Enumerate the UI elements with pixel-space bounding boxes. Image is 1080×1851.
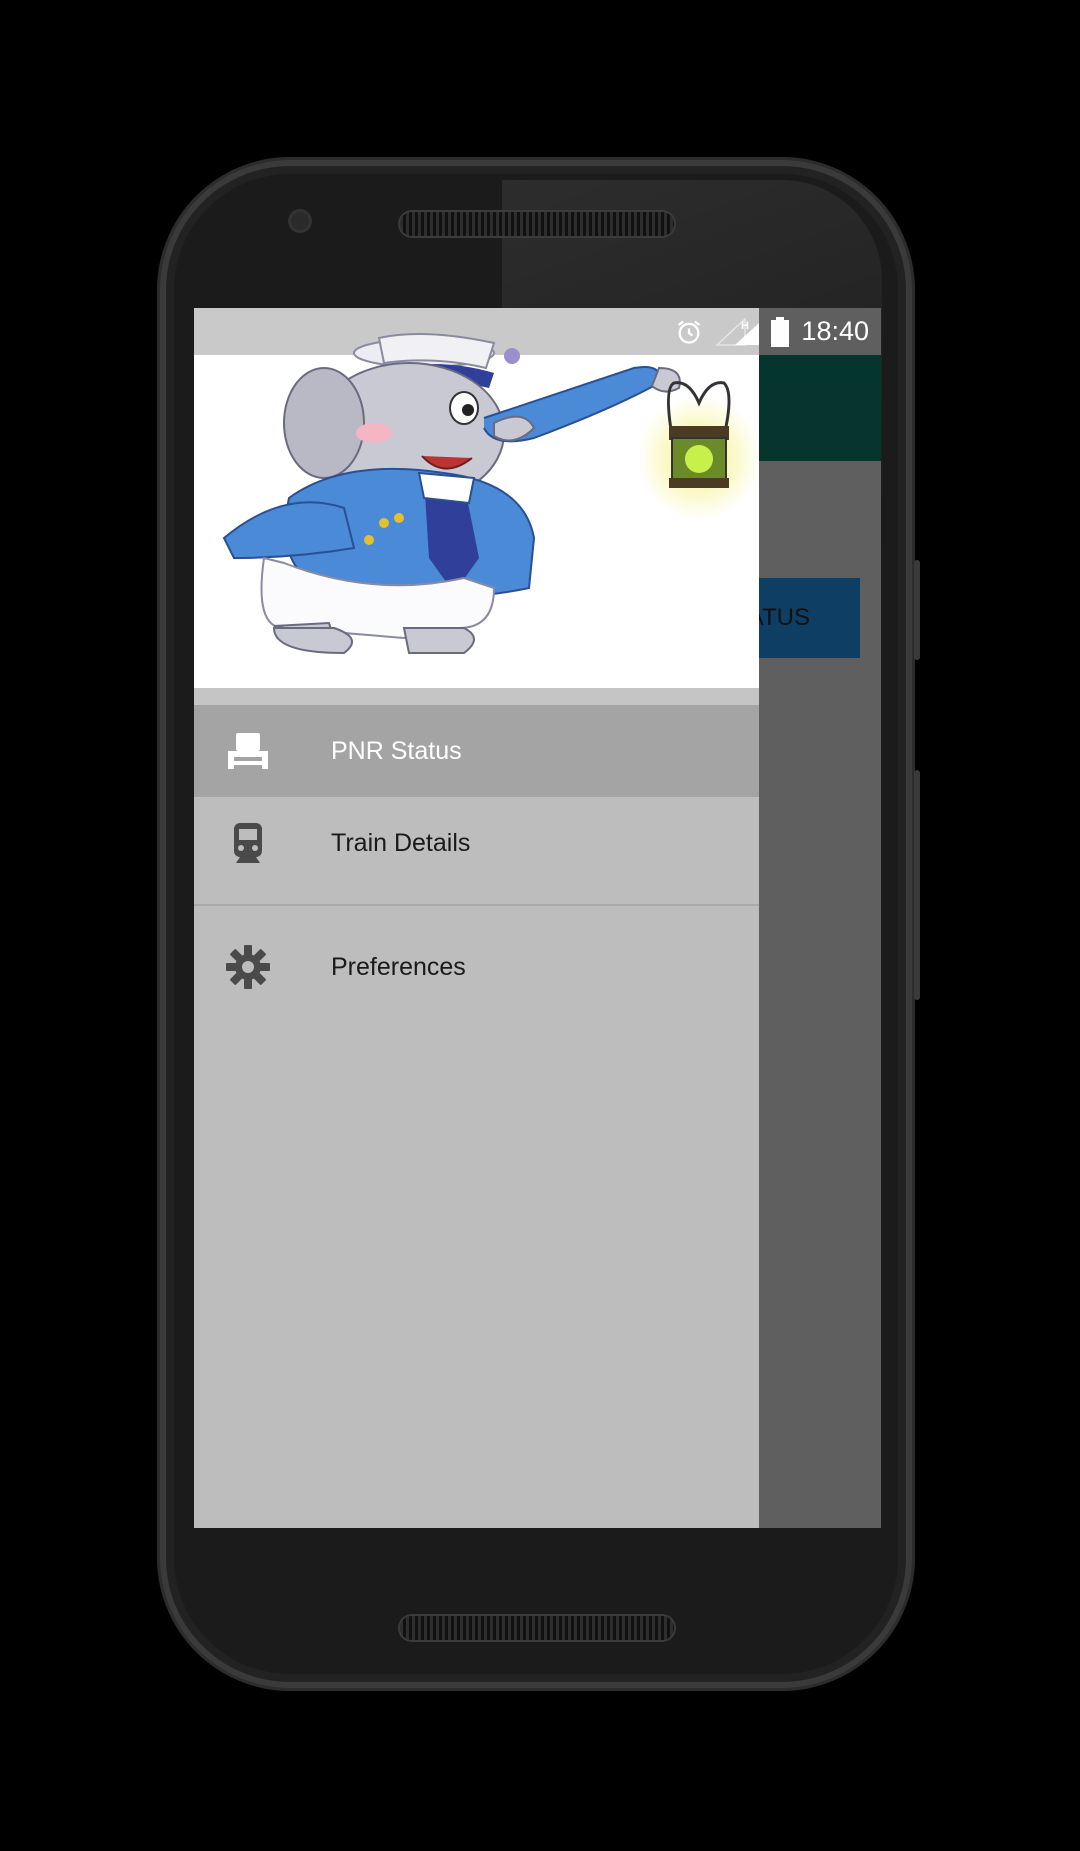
menu-divider — [194, 904, 759, 906]
power-button — [914, 770, 920, 1000]
navigation-drawer: PNR Status Train Details Preferences — [194, 308, 759, 1528]
alarm-icon — [678, 320, 701, 344]
gear-icon — [226, 945, 270, 989]
signal-icon: H — [715, 316, 760, 346]
menu-item-pnr-status[interactable]: PNR Status — [194, 705, 759, 797]
menu-label-preferences: Preferences — [331, 952, 466, 981]
volume-button — [914, 560, 920, 660]
menu-label-pnr-status: PNR Status — [331, 736, 462, 765]
train-icon — [234, 823, 262, 863]
header-bottom-strip — [194, 688, 759, 705]
status-time: 18:40 — [801, 316, 869, 346]
menu-item-preferences[interactable]: Preferences — [194, 921, 759, 1013]
top-speaker — [400, 212, 674, 236]
menu-label-train-details: Train Details — [331, 828, 471, 857]
battery-icon — [771, 316, 790, 347]
front-camera — [291, 212, 309, 230]
status-bar: H 18:40 — [194, 308, 881, 355]
device-screen: ATUS H 18:40 PNR Status Train Details Pr… — [194, 308, 881, 1528]
bottom-speaker — [400, 1616, 674, 1640]
seat-icon — [228, 733, 268, 769]
svg-text:H: H — [741, 320, 749, 332]
drawer-header — [194, 308, 759, 705]
menu-item-train-details[interactable]: Train Details — [194, 797, 759, 889]
elephant-guard-illustration — [222, 333, 759, 655]
